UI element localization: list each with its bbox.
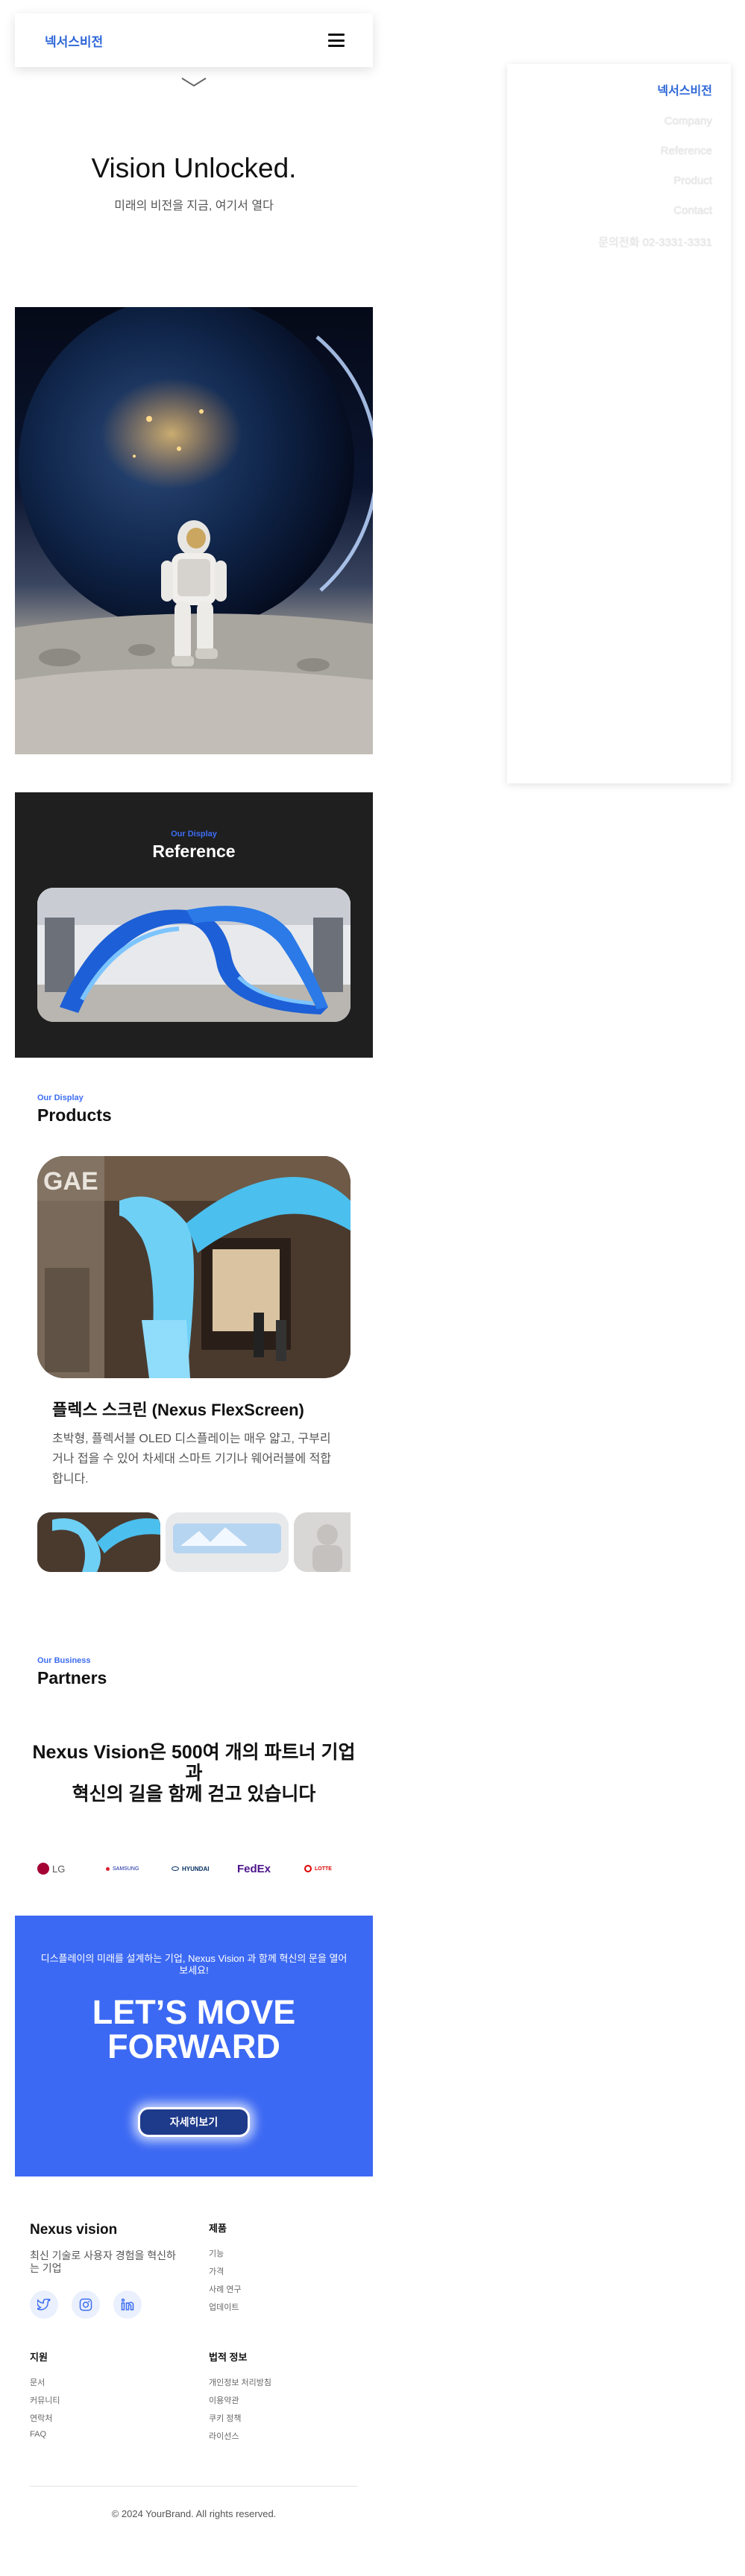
cta-title-line2: FORWARD <box>107 2027 280 2065</box>
footer-link[interactable]: FAQ <box>30 2430 46 2439</box>
instagram-icon[interactable] <box>72 2291 100 2319</box>
reference-section: Our Display Reference <box>15 792 373 1058</box>
footer-support-heading: 지원 <box>30 2352 48 2363</box>
hero-subtitle: 미래의 비전을 지금, 여기서 열다 <box>114 200 274 212</box>
linkedin-icon[interactable] <box>113 2291 142 2319</box>
products-eyebrow: Our Display <box>37 1093 84 1102</box>
copyright: © 2024 YourBrand. All rights reserved. <box>111 2508 277 2519</box>
site-logo[interactable]: 넥서스비전 <box>45 31 103 50</box>
reference-image[interactable] <box>37 888 351 1022</box>
hyundai-logo-icon <box>172 1866 179 1871</box>
chevron-down-icon[interactable] <box>180 76 207 88</box>
partner-logo-fedex: FedEx <box>237 1857 271 1880</box>
product-thumbnails <box>37 1512 351 1572</box>
product-thumbnail[interactable] <box>294 1512 351 1572</box>
side-menu-item-reference[interactable]: Reference <box>661 145 712 157</box>
partner-logo-label: HYUNDAI <box>182 1865 210 1872</box>
partners-statement: Nexus Vision은 500여 개의 파트너 기업과 혁신의 길을 함께 … <box>30 1742 358 1805</box>
cta-section: 디스플레이의 미래를 설계하는 기업, Nexus Vision 과 함께 혁신… <box>15 1916 373 2176</box>
product-description: 초박형, 플렉서블 OLED 디스플레이는 매우 얇고, 구부리거나 접을 수 … <box>52 1433 332 1486</box>
hamburger-icon[interactable] <box>328 34 345 47</box>
footer-brand: Nexus vision <box>30 2222 118 2238</box>
samsung-logo-icon <box>106 1866 110 1871</box>
flexscreen-storefront-image: GAE <box>37 1156 351 1378</box>
side-menu-item-company[interactable]: Company <box>664 115 712 127</box>
footer-divider <box>30 2486 358 2487</box>
cta-text: 디스플레이의 미래를 설계하는 기업, Nexus Vision 과 함께 혁신… <box>40 1953 348 1976</box>
footer-link[interactable]: 쿠키 정책 <box>209 2412 242 2424</box>
footer-legal-heading: 법적 정보 <box>209 2352 248 2363</box>
hero-astronaut-image <box>15 307 373 754</box>
footer-link[interactable]: 커뮤니티 <box>30 2394 60 2406</box>
partners-statement-line2: 혁신의 길을 함께 걷고 있습니다 <box>72 1784 316 1805</box>
product-name: 플렉스 스크린 (Nexus FlexScreen) <box>52 1401 304 1419</box>
reference-eyebrow: Our Display <box>171 830 217 839</box>
partners-title: Partners <box>37 1668 107 1688</box>
hamburger-line <box>328 45 345 47</box>
thumbnail-flexscreen-image <box>37 1512 160 1572</box>
thumbnail-person-image <box>294 1512 351 1572</box>
product-thumbnail[interactable] <box>37 1512 160 1572</box>
side-menu: 넥서스비전 Company Reference Product Contact … <box>507 64 731 783</box>
partner-logo-label: SAMSUNG <box>113 1866 139 1872</box>
product-thumbnail[interactable] <box>166 1512 289 1572</box>
partner-logo-hyundai: HYUNDAI <box>172 1857 209 1880</box>
footer-link[interactable]: 이용약관 <box>209 2394 239 2406</box>
products-title: Products <box>37 1105 112 1125</box>
partner-logo-samsung: SAMSUNG <box>106 1857 139 1880</box>
reference-title: Reference <box>152 842 236 861</box>
cta-title: LET’S MOVE FORWARD <box>15 1995 373 2064</box>
hamburger-line <box>328 39 345 42</box>
footer-products-heading: 제품 <box>209 2223 227 2234</box>
partner-logo-lotte: LOTTE <box>304 1857 332 1880</box>
footer-tagline: 최신 기술로 사용자 경험을 혁신하는 기업 <box>30 2250 176 2274</box>
partner-logo-lg: LG <box>37 1857 65 1880</box>
footer-link[interactable]: 사례 연구 <box>209 2283 242 2295</box>
footer-link[interactable]: 기능 <box>209 2247 224 2259</box>
lg-logo-icon <box>37 1863 49 1875</box>
page: 넥서스비전 Vision Unlocked. 미래의 비전을 지금, 여기서 열… <box>0 0 745 2576</box>
partners-eyebrow: Our Business <box>37 1656 91 1665</box>
partner-logos: LG SAMSUNG HYUNDAI FedEx LOTTE <box>30 1857 358 1880</box>
social-links <box>30 2291 149 2320</box>
details-button[interactable]: 자세히보기 <box>138 2107 250 2137</box>
hero-title: Vision Unlocked. <box>91 153 297 183</box>
twitter-icon[interactable] <box>30 2291 58 2319</box>
flex-display-arch-image <box>37 888 351 1022</box>
site-header: 넥서스비전 <box>15 13 373 67</box>
footer-link[interactable]: 라이선스 <box>209 2430 239 2442</box>
footer-link[interactable]: 문서 <box>30 2376 45 2388</box>
partner-logo-label: FedEx <box>237 1862 271 1875</box>
footer-link[interactable]: 연락처 <box>30 2412 52 2424</box>
partner-logo-label: LG <box>52 1863 66 1875</box>
lotte-logo-icon <box>304 1865 312 1872</box>
footer-link[interactable]: 업데이트 <box>209 2301 239 2313</box>
thumbnail-display-wall-image <box>166 1512 289 1572</box>
side-menu-item-phone[interactable]: 문의전화 02-3331-3331 <box>598 234 712 250</box>
side-menu-item-contact[interactable]: Contact <box>673 204 712 217</box>
footer-link[interactable]: 개인정보 처리방침 <box>209 2376 271 2388</box>
side-menu-brand[interactable]: 넥서스비전 <box>657 80 712 98</box>
svg-text:GAE: GAE <box>43 1167 98 1196</box>
astronaut-illustration <box>15 307 373 754</box>
footer-link[interactable]: 가격 <box>209 2265 224 2277</box>
partner-logo-label: LOTTE <box>315 1866 332 1872</box>
partners-statement-line1: Nexus Vision은 500여 개의 파트너 기업과 <box>32 1742 356 1784</box>
product-main-image[interactable]: GAE <box>37 1156 351 1378</box>
side-menu-item-product[interactable]: Product <box>673 174 712 187</box>
hamburger-line <box>328 34 345 36</box>
cta-title-line1: LET’S MOVE <box>92 1993 296 2031</box>
